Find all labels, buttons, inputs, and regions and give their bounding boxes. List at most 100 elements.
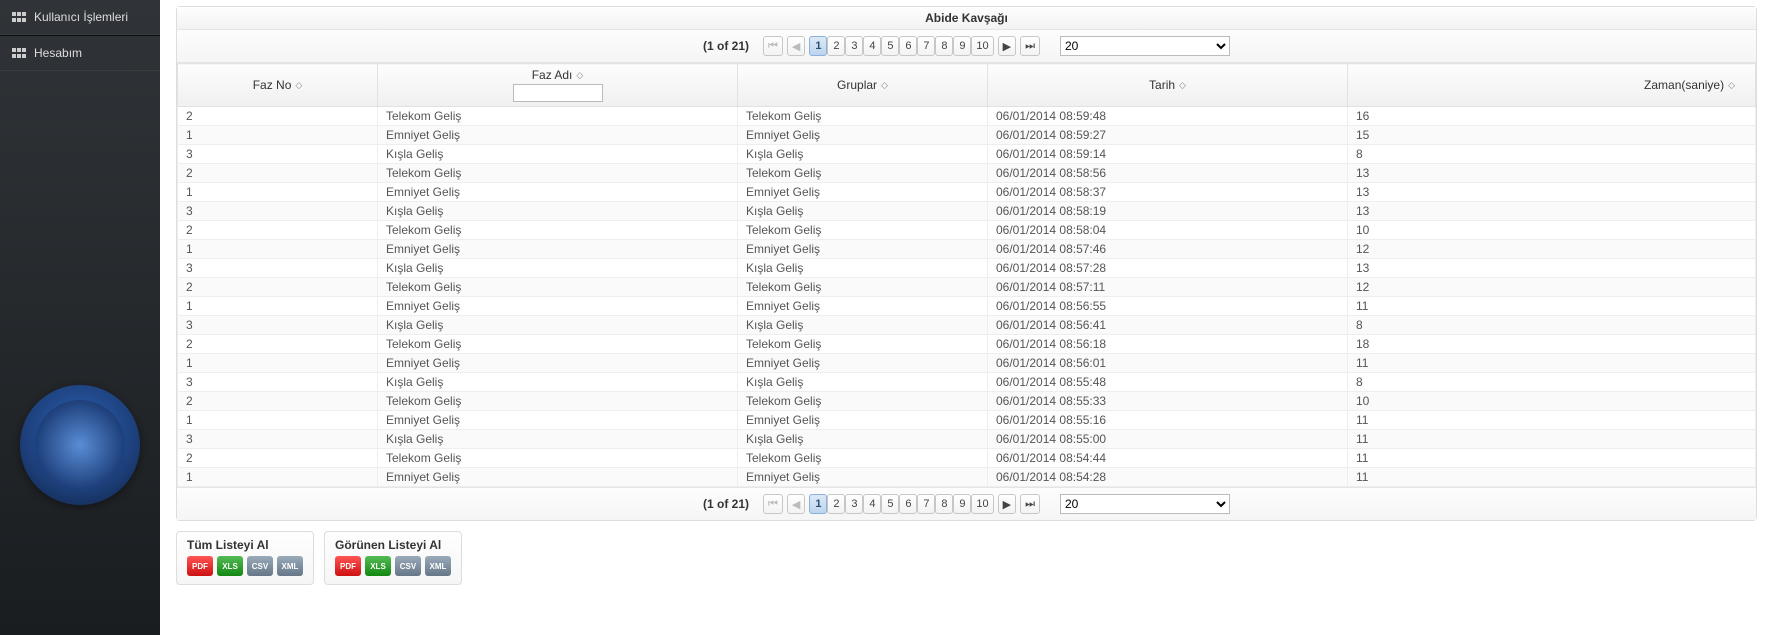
page-button-1[interactable]: 1 bbox=[809, 36, 827, 56]
prev-page-button[interactable]: ◀ bbox=[787, 36, 805, 56]
col-header-fazadi[interactable]: Faz Adı◇ bbox=[378, 64, 738, 107]
table-row[interactable]: 2Telekom GelişTelekom Geliş06/01/2014 08… bbox=[178, 221, 1756, 240]
page-button-5[interactable]: 5 bbox=[881, 494, 899, 514]
export-csv-icon[interactable]: CSV bbox=[247, 556, 273, 576]
table-row[interactable]: 3Kışla GelişKışla Geliş06/01/2014 08:55:… bbox=[178, 430, 1756, 449]
export-xls-icon[interactable]: XLS bbox=[217, 556, 243, 576]
page-button-9[interactable]: 9 bbox=[953, 36, 971, 56]
cell-fazno: 2 bbox=[178, 392, 378, 411]
cell-fazadi: Emniyet Geliş bbox=[378, 126, 738, 145]
col-header-zaman[interactable]: Zaman(saniye)◇ bbox=[1348, 64, 1756, 107]
export-xml-icon[interactable]: XML bbox=[425, 556, 451, 576]
next-page-button[interactable]: ▶ bbox=[998, 36, 1016, 56]
page-button-1[interactable]: 1 bbox=[809, 494, 827, 514]
sort-icon: ◇ bbox=[295, 80, 302, 91]
cell-fazadi: Emniyet Geliş bbox=[378, 183, 738, 202]
cell-tarih: 06/01/2014 08:58:19 bbox=[988, 202, 1348, 221]
page-button-7[interactable]: 7 bbox=[917, 494, 935, 514]
col-header-gruplar[interactable]: Gruplar◇ bbox=[738, 64, 988, 107]
rows-per-page-select[interactable]: 20 bbox=[1060, 494, 1230, 514]
cell-zaman: 10 bbox=[1348, 392, 1756, 411]
sidebar-item-account[interactable]: Hesabım bbox=[0, 35, 160, 71]
table-row[interactable]: 2Telekom GelişTelekom Geliş06/01/2014 08… bbox=[178, 392, 1756, 411]
table-row[interactable]: 2Telekom GelişTelekom Geliş06/01/2014 08… bbox=[178, 335, 1756, 354]
page-button-7[interactable]: 7 bbox=[917, 36, 935, 56]
export-visible-title: Görünen Listeyi Al bbox=[335, 538, 451, 552]
cell-zaman: 12 bbox=[1348, 278, 1756, 297]
table-row[interactable]: 1Emniyet GelişEmniyet Geliş06/01/2014 08… bbox=[178, 240, 1756, 259]
cell-zaman: 10 bbox=[1348, 221, 1756, 240]
page-button-4[interactable]: 4 bbox=[863, 494, 881, 514]
first-page-button[interactable]: ⏮ bbox=[763, 36, 783, 56]
cell-zaman: 13 bbox=[1348, 183, 1756, 202]
grid-icon bbox=[12, 48, 26, 58]
table-row[interactable]: 3Kışla GelişKışla Geliş06/01/2014 08:56:… bbox=[178, 316, 1756, 335]
cell-fazno: 1 bbox=[178, 297, 378, 316]
cell-grup: Emniyet Geliş bbox=[738, 240, 988, 259]
table-row[interactable]: 1Emniyet GelişEmniyet Geliş06/01/2014 08… bbox=[178, 468, 1756, 487]
page-button-3[interactable]: 3 bbox=[845, 494, 863, 514]
cell-fazadi: Kışla Geliş bbox=[378, 202, 738, 221]
export-pdf-icon[interactable]: PDF bbox=[335, 556, 361, 576]
cell-grup: Emniyet Geliş bbox=[738, 183, 988, 202]
cell-fazno: 1 bbox=[178, 126, 378, 145]
page-button-8[interactable]: 8 bbox=[935, 494, 953, 514]
first-page-button[interactable]: ⏮ bbox=[763, 494, 783, 514]
cell-tarih: 06/01/2014 08:55:16 bbox=[988, 411, 1348, 430]
table-row[interactable]: 3Kışla GelişKışla Geliş06/01/2014 08:59:… bbox=[178, 145, 1756, 164]
page-button-8[interactable]: 8 bbox=[935, 36, 953, 56]
page-button-4[interactable]: 4 bbox=[863, 36, 881, 56]
export-xml-icon[interactable]: XML bbox=[277, 556, 303, 576]
table-row[interactable]: 1Emniyet GelişEmniyet Geliş06/01/2014 08… bbox=[178, 297, 1756, 316]
table-row[interactable]: 1Emniyet GelişEmniyet Geliş06/01/2014 08… bbox=[178, 411, 1756, 430]
cell-tarih: 06/01/2014 08:57:28 bbox=[988, 259, 1348, 278]
page-button-3[interactable]: 3 bbox=[845, 36, 863, 56]
table-row[interactable]: 1Emniyet GelişEmniyet Geliş06/01/2014 08… bbox=[178, 126, 1756, 145]
cell-zaman: 8 bbox=[1348, 145, 1756, 164]
cell-zaman: 15 bbox=[1348, 126, 1756, 145]
page-button-2[interactable]: 2 bbox=[827, 36, 845, 56]
export-csv-icon[interactable]: CSV bbox=[395, 556, 421, 576]
grid-icon bbox=[12, 12, 26, 22]
export-xls-icon[interactable]: XLS bbox=[365, 556, 391, 576]
col-header-tarih[interactable]: Tarih◇ bbox=[988, 64, 1348, 107]
cell-fazadi: Emniyet Geliş bbox=[378, 240, 738, 259]
table-row[interactable]: 2Telekom GelişTelekom Geliş06/01/2014 08… bbox=[178, 449, 1756, 468]
data-table: Faz No◇ Faz Adı◇ Gruplar◇ Tarih◇ Zaman(s… bbox=[177, 63, 1756, 487]
page-button-6[interactable]: 6 bbox=[899, 36, 917, 56]
export-all-title: Tüm Listeyi Al bbox=[187, 538, 303, 552]
table-row[interactable]: 2Telekom GelişTelekom Geliş06/01/2014 08… bbox=[178, 278, 1756, 297]
table-row[interactable]: 3Kışla GelişKışla Geliş06/01/2014 08:55:… bbox=[178, 373, 1756, 392]
page-button-5[interactable]: 5 bbox=[881, 36, 899, 56]
rows-per-page-select[interactable]: 20 bbox=[1060, 36, 1230, 56]
last-page-button[interactable]: ⏭ bbox=[1020, 36, 1040, 56]
table-row[interactable]: 1Emniyet GelişEmniyet Geliş06/01/2014 08… bbox=[178, 183, 1756, 202]
page-button-10[interactable]: 10 bbox=[971, 36, 993, 56]
table-row[interactable]: 1Emniyet GelişEmniyet Geliş06/01/2014 08… bbox=[178, 354, 1756, 373]
page-button-10[interactable]: 10 bbox=[971, 494, 993, 514]
cell-fazadi: Telekom Geliş bbox=[378, 164, 738, 183]
cell-fazadi: Emniyet Geliş bbox=[378, 297, 738, 316]
cell-zaman: 11 bbox=[1348, 449, 1756, 468]
cell-grup: Emniyet Geliş bbox=[738, 354, 988, 373]
last-page-button[interactable]: ⏭ bbox=[1020, 494, 1040, 514]
cell-tarih: 06/01/2014 08:56:55 bbox=[988, 297, 1348, 316]
col-header-fazno[interactable]: Faz No◇ bbox=[178, 64, 378, 107]
sidebar-item-user-ops[interactable]: Kullanıcı İşlemleri bbox=[0, 0, 160, 35]
page-button-9[interactable]: 9 bbox=[953, 494, 971, 514]
prev-page-button[interactable]: ◀ bbox=[787, 494, 805, 514]
page-button-6[interactable]: 6 bbox=[899, 494, 917, 514]
table-row[interactable]: 2Telekom GelişTelekom Geliş06/01/2014 08… bbox=[178, 164, 1756, 183]
table-row[interactable]: 2Telekom GelişTelekom Geliş06/01/2014 08… bbox=[178, 107, 1756, 126]
filter-fazadi-input[interactable] bbox=[513, 84, 603, 102]
cell-fazadi: Emniyet Geliş bbox=[378, 411, 738, 430]
table-row[interactable]: 3Kışla GelişKışla Geliş06/01/2014 08:58:… bbox=[178, 202, 1756, 221]
cell-grup: Telekom Geliş bbox=[738, 164, 988, 183]
next-page-button[interactable]: ▶ bbox=[998, 494, 1016, 514]
cell-tarih: 06/01/2014 08:57:46 bbox=[988, 240, 1348, 259]
page-button-2[interactable]: 2 bbox=[827, 494, 845, 514]
cell-tarih: 06/01/2014 08:55:33 bbox=[988, 392, 1348, 411]
cell-grup: Emniyet Geliş bbox=[738, 297, 988, 316]
export-pdf-icon[interactable]: PDF bbox=[187, 556, 213, 576]
table-row[interactable]: 3Kışla GelişKışla Geliş06/01/2014 08:57:… bbox=[178, 259, 1756, 278]
